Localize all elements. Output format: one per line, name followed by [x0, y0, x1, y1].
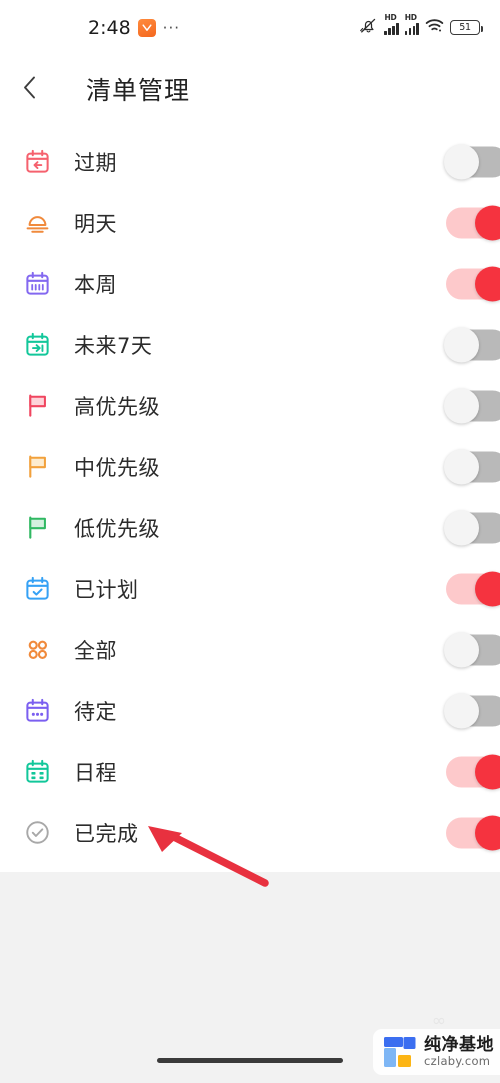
list-row-label: 低优先级 [74, 516, 160, 541]
watermark-name-en: czlaby.com [424, 1053, 491, 1068]
calendar-back-arrow-icon [22, 147, 52, 177]
toggle-medium-priority[interactable] [444, 449, 500, 484]
list-row-overdue[interactable]: 过期 [0, 131, 500, 192]
list-management-card: 过期 明天 本周 未来7天 高优先级 中优先级 低优先级 已计划 全部 待定 日… [0, 123, 500, 872]
list-row-label: 已计划 [74, 577, 139, 602]
list-row-label: 明天 [74, 211, 117, 236]
list-row-this-week[interactable]: 本周 [0, 253, 500, 314]
toggle-knob [444, 327, 479, 362]
hd-label-sim2: HD [404, 12, 417, 22]
list-row-schedule[interactable]: 日程 [0, 741, 500, 802]
flag-high-icon [22, 391, 52, 421]
list-row-completed[interactable]: 已完成 [0, 802, 500, 863]
list-row-tomorrow[interactable]: 明天 [0, 192, 500, 253]
list-row-all[interactable]: 全部 [0, 619, 500, 680]
toggle-knob [444, 693, 479, 728]
flag-medium-icon [22, 452, 52, 482]
list-row-label: 本周 [74, 272, 117, 297]
list-row-high-priority[interactable]: 高优先级 [0, 375, 500, 436]
toggle-next-7-days[interactable] [444, 327, 500, 362]
ghost-glyph: ∞ [431, 1011, 446, 1031]
bell-muted-icon [359, 18, 378, 38]
flag-low-icon [22, 513, 52, 543]
list-row-next-7-days[interactable]: 未来7天 [0, 314, 500, 375]
battery-icon: 51 [450, 20, 484, 35]
signal-icon-sim2: HD [404, 13, 419, 35]
toggle-knob [444, 510, 479, 545]
toggle-tomorrow[interactable] [446, 205, 500, 240]
wifi-icon [425, 18, 444, 37]
calendar-forward-arrow-icon [22, 330, 52, 360]
watermark-name-cn: 纯净基地 [424, 1035, 494, 1056]
list-row-label: 中优先级 [74, 455, 160, 480]
page-title: 清单管理 [86, 76, 191, 105]
toggle-overdue[interactable] [444, 144, 500, 179]
status-overflow-dots: ··· [162, 18, 180, 37]
list-row-label: 未来7天 [74, 333, 153, 358]
toggle-all[interactable] [444, 632, 500, 667]
toggle-schedule[interactable] [446, 754, 500, 789]
calendar-dots-icon [22, 696, 52, 726]
list-row-label: 过期 [74, 150, 117, 175]
list-row-medium-priority[interactable]: 中优先级 [0, 436, 500, 497]
toggle-high-priority[interactable] [444, 388, 500, 423]
grid-dots-icon [22, 635, 52, 665]
sunrise-icon [22, 208, 52, 238]
battery-level-label: 51 [459, 22, 471, 33]
clock-app-icon [137, 18, 156, 37]
list-row-label: 日程 [74, 760, 117, 785]
phone-screen: 2:48 ··· HD HD 51 清单管理 过期 明天 本周 未来7天 高优先… [0, 0, 500, 1083]
list-row-low-priority[interactable]: 低优先级 [0, 497, 500, 558]
watermark-text: 纯净基地 czlaby.com [424, 1035, 494, 1068]
toggle-knob [444, 632, 479, 667]
signal-bars-sim2 [404, 23, 419, 35]
calendar-schedule-icon [22, 757, 52, 787]
status-bar-right: HD HD 51 [359, 0, 484, 55]
signal-bars-sim1 [384, 23, 399, 35]
title-bar: 清单管理 [0, 55, 500, 123]
toggle-knob [444, 144, 479, 179]
calendar-week-icon [22, 269, 52, 299]
toggle-this-week[interactable] [446, 266, 500, 301]
status-bar: 2:48 ··· HD HD 51 [0, 0, 500, 55]
calendar-check-icon [22, 574, 52, 604]
back-button[interactable] [0, 55, 58, 123]
check-circle-icon [22, 818, 52, 848]
toggle-pending[interactable] [444, 693, 500, 728]
list-row-label: 已完成 [74, 821, 139, 846]
signal-icon-sim1: HD [384, 13, 399, 35]
chevron-left-icon [23, 76, 36, 103]
toggle-completed[interactable] [446, 815, 500, 850]
list-row-pending[interactable]: 待定 [0, 680, 500, 741]
czlaby-logo-icon [383, 1035, 417, 1069]
list-row-label: 全部 [74, 638, 117, 663]
home-indicator[interactable] [157, 1058, 343, 1063]
list-row-planned[interactable]: 已计划 [0, 558, 500, 619]
toggle-planned[interactable] [446, 571, 500, 606]
hd-label-sim1: HD [384, 12, 397, 22]
watermark: 纯净基地 czlaby.com [373, 1029, 500, 1075]
list-row-label: 待定 [74, 699, 117, 724]
toggle-knob [444, 449, 479, 484]
toggle-knob [444, 388, 479, 423]
status-bar-left: 2:48 ··· [88, 0, 180, 55]
status-time: 2:48 [88, 16, 131, 39]
toggle-low-priority[interactable] [444, 510, 500, 545]
list-row-label: 高优先级 [74, 394, 160, 419]
